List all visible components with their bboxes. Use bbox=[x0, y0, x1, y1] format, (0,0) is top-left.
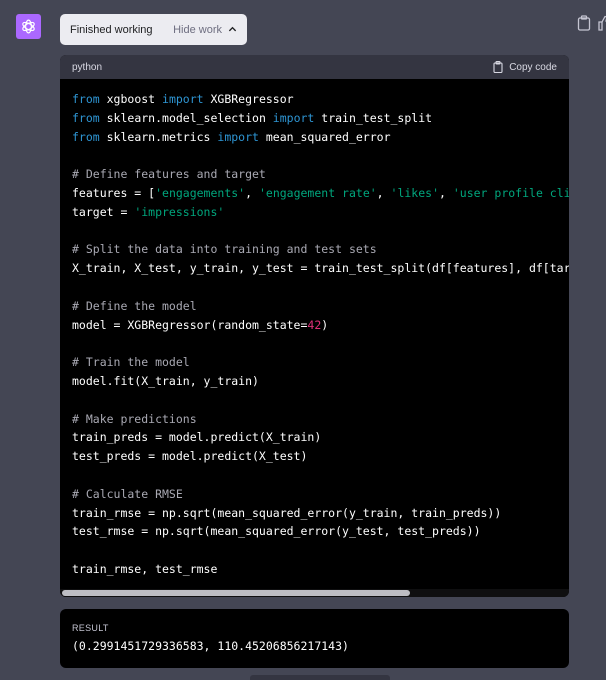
code-line: from xgboost import XGBRegressor bbox=[72, 92, 294, 106]
clipboard-icon bbox=[493, 61, 503, 73]
code-token: train_test_split bbox=[314, 110, 433, 125]
work-status-pill: Finished working Hide work bbox=[60, 14, 247, 45]
code-line: # Define features and target bbox=[72, 167, 266, 181]
code-token: train_preds = model.predict(X_train) bbox=[72, 430, 322, 445]
code-token: model = XGBRegressor(random_state= bbox=[72, 317, 308, 332]
code-token: features = [ bbox=[72, 185, 156, 200]
code-token: sklearn.metrics bbox=[99, 129, 218, 144]
copy-message-button[interactable] bbox=[577, 15, 591, 31]
code-line: train_rmse, test_rmse bbox=[72, 562, 217, 576]
code-token: train_rmse, test_rmse bbox=[72, 561, 218, 576]
code-token: target = bbox=[72, 204, 135, 219]
code-token: , bbox=[245, 185, 259, 200]
chevron-up-icon bbox=[228, 26, 237, 32]
code-token: mean_squared_error bbox=[258, 129, 391, 144]
code-token: ) bbox=[321, 317, 329, 332]
result-label: RESULT bbox=[72, 623, 109, 633]
code-token: # Make predictions bbox=[72, 411, 197, 426]
code-line: from sklearn.model_selection import trai… bbox=[72, 111, 432, 125]
scrollbar-thumb[interactable] bbox=[62, 590, 410, 596]
code-token: X_train, X_test, y_train, y_test = train… bbox=[72, 261, 569, 276]
hide-work-label: Hide work bbox=[173, 23, 222, 36]
openai-logo-icon bbox=[22, 19, 35, 34]
code-token: XGBRegressor bbox=[203, 92, 294, 106]
code-token: 'likes' bbox=[390, 185, 439, 200]
code-line: # Split the data into training and test … bbox=[72, 242, 377, 256]
code-line: model = XGBRegressor(random_state=42) bbox=[72, 318, 328, 332]
code-token: # Define features and target bbox=[72, 167, 266, 182]
code-token: # Calculate RMSE bbox=[72, 486, 183, 501]
chat-message: Finished working Hide work python Copy c… bbox=[0, 0, 606, 680]
code-content: from xgboost import XGBRegressor from sk… bbox=[60, 79, 569, 579]
code-token: test_rmse = np.sqrt(mean_squared_error(y… bbox=[72, 524, 481, 539]
thumbs-up-icon bbox=[598, 15, 606, 31]
thumbs-up-button[interactable] bbox=[598, 15, 606, 31]
code-line: from sklearn.metrics import mean_squared… bbox=[72, 130, 391, 144]
code-token: train_rmse = np.sqrt(mean_squared_error(… bbox=[72, 505, 502, 520]
code-line: target = 'impressions' bbox=[72, 205, 224, 219]
code-header: python Copy code bbox=[60, 55, 569, 79]
code-block: python Copy code from xgboost import XGB… bbox=[60, 55, 569, 597]
code-line: # Train the model bbox=[72, 355, 190, 369]
clipboard-icon bbox=[577, 15, 591, 31]
code-token: import bbox=[162, 92, 204, 106]
result-value: (0.2991451729336583, 110.45206856217143) bbox=[72, 639, 349, 653]
copy-code-button[interactable]: Copy code bbox=[493, 61, 557, 73]
code-token: 'engagement rate' bbox=[258, 185, 377, 200]
result-block: RESULT (0.2991451729336583, 110.45206856… bbox=[60, 609, 569, 668]
code-token: from bbox=[72, 129, 100, 144]
code-token: xgboost bbox=[99, 92, 163, 106]
code-token: # Define the model bbox=[72, 298, 197, 313]
code-token: 'user profile clicks' bbox=[452, 185, 569, 200]
code-token: 42 bbox=[307, 317, 322, 332]
code-token: , bbox=[376, 185, 391, 200]
code-line: test_preds = model.predict(X_test) bbox=[72, 449, 307, 463]
code-line: # Calculate RMSE bbox=[72, 487, 183, 501]
copy-code-label: Copy code bbox=[509, 61, 557, 73]
code-line: # Define the model bbox=[72, 299, 197, 313]
code-token: test_preds = model.predict(X_test) bbox=[72, 449, 308, 464]
code-line: X_train, X_test, y_train, y_test = train… bbox=[72, 261, 569, 275]
status-label: Finished working bbox=[70, 23, 153, 36]
code-token: import bbox=[272, 110, 315, 125]
code-line: train_rmse = np.sqrt(mean_squared_error(… bbox=[72, 506, 501, 520]
code-token: from bbox=[72, 92, 100, 106]
code-line: train_preds = model.predict(X_train) bbox=[72, 430, 321, 444]
code-token: 'engagements' bbox=[155, 185, 246, 200]
code-language: python bbox=[72, 61, 103, 73]
code-line: features = ['engagements', 'engagement r… bbox=[72, 186, 569, 200]
code-token: # Split the data into training and test … bbox=[72, 242, 377, 257]
hide-work-button[interactable]: Hide work bbox=[173, 24, 237, 36]
code-line: # Make predictions bbox=[72, 412, 197, 426]
regenerate-bar bbox=[250, 675, 390, 680]
code-token: from bbox=[72, 110, 100, 125]
code-line: model.fit(X_train, y_train) bbox=[72, 374, 259, 388]
code-token: , bbox=[439, 185, 453, 200]
code-token: model.fit(X_train, y_train) bbox=[72, 373, 259, 388]
code-token: sklearn.model_selection bbox=[99, 110, 273, 125]
code-token: import bbox=[217, 129, 259, 144]
horizontal-scrollbar[interactable] bbox=[60, 589, 569, 597]
code-line: test_rmse = np.sqrt(mean_squared_error(y… bbox=[72, 524, 481, 538]
code-token: # Train the model bbox=[72, 355, 190, 370]
assistant-avatar bbox=[16, 14, 41, 39]
code-token: 'impressions' bbox=[134, 204, 225, 219]
